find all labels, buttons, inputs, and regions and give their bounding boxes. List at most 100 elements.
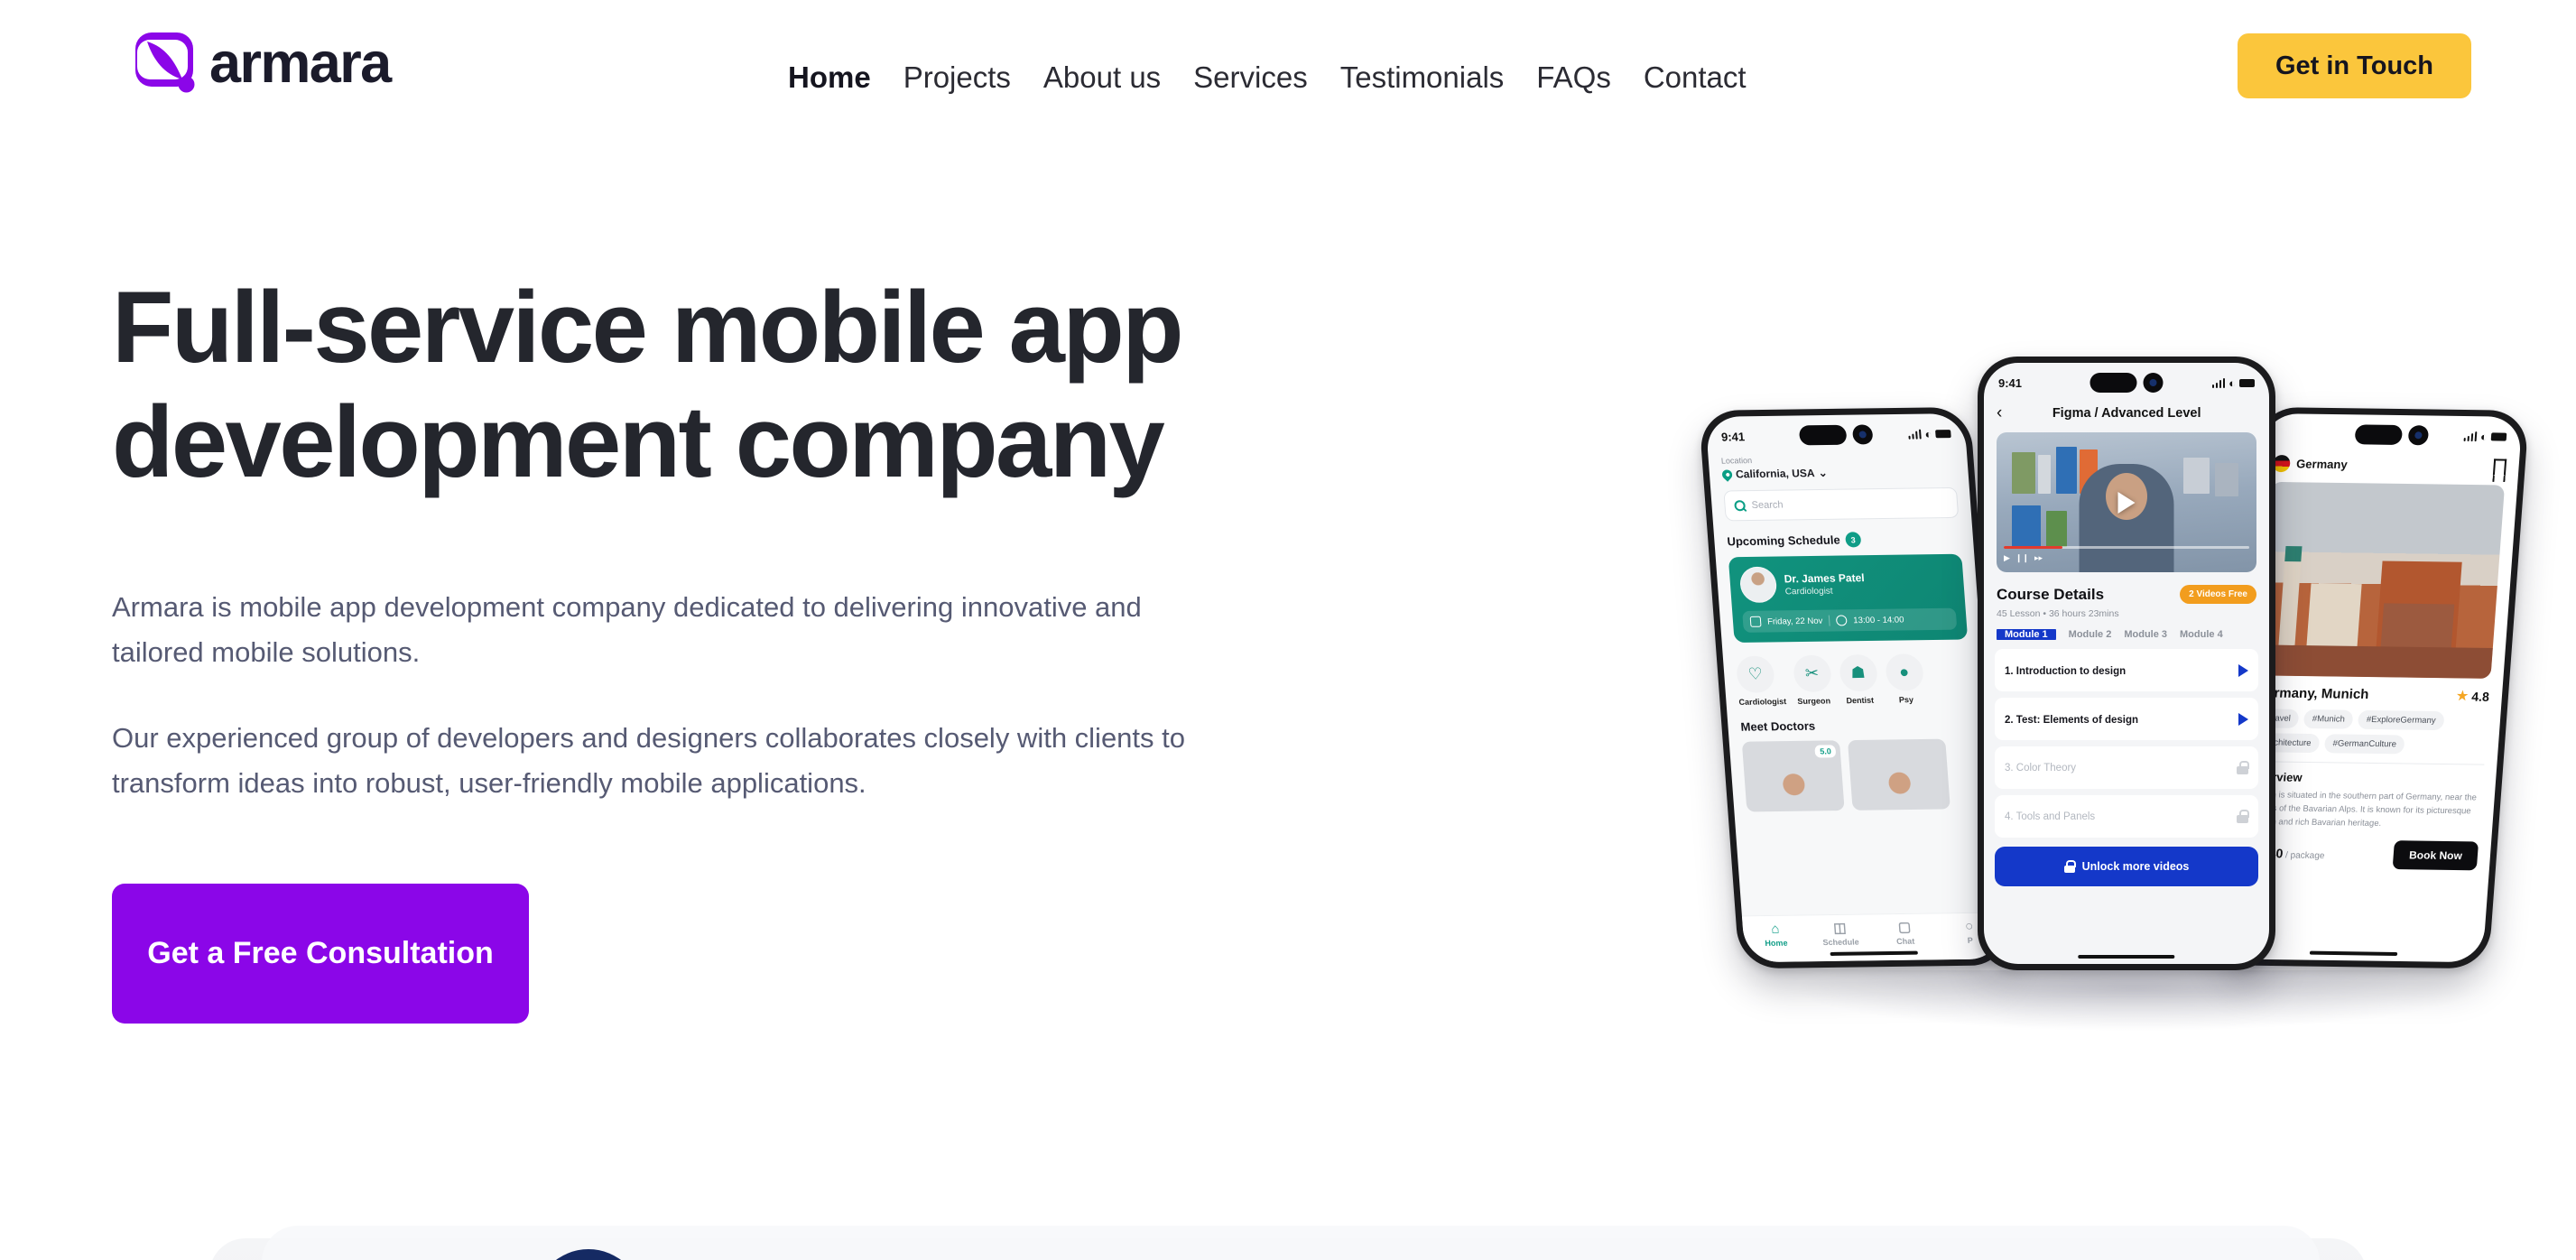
home-icon: ⌂ — [1770, 921, 1781, 937]
doctor-role: Cardiologist — [1784, 586, 1834, 597]
doctor-rating: 5.0 — [1814, 745, 1837, 758]
meet-doctors-heading: Meet Doctors — [1740, 718, 1816, 734]
lock-icon — [2063, 860, 2077, 873]
brand-logo[interactable]: armara — [134, 31, 392, 96]
tab-module-3[interactable]: Module 3 — [2124, 629, 2167, 640]
book-now-button[interactable]: Book Now — [2392, 839, 2479, 870]
lesson-label: 1. Introduction to design — [2005, 665, 2127, 677]
search-input[interactable]: Search — [1723, 486, 1960, 522]
category-cardiologist[interactable]: ♡ Cardiologist — [1735, 655, 1787, 707]
tab-module-1[interactable]: Module 1 — [1997, 629, 2056, 640]
lesson-row[interactable]: 4. Tools and Panels — [1995, 795, 2258, 838]
dynamic-island — [2354, 424, 2430, 446]
signal-icon — [2463, 431, 2478, 441]
location-value: California, USA — [1735, 467, 1816, 481]
search-placeholder: Search — [1751, 499, 1784, 512]
tab-home[interactable]: ⌂ Home — [1742, 922, 1809, 948]
map-pin-icon — [1719, 467, 1735, 482]
video-controls[interactable]: ▶ ❙❙ ▸▸ — [1997, 553, 2256, 563]
course-nav-title: Figma / Advanced Level — [2052, 405, 2201, 421]
appointment-card[interactable]: Dr. James Patel Cardiologist Friday, 22 … — [1728, 553, 1969, 644]
play-control-icon[interactable]: ▶ — [2004, 553, 2010, 563]
chevron-left-icon[interactable]: ‹ — [1997, 404, 2002, 422]
armara-leaf-logo-icon — [134, 31, 199, 96]
lesson-row[interactable]: 3. Color Theory — [1995, 746, 2258, 789]
nav-item-about-us[interactable]: About us — [1027, 62, 1177, 92]
dynamic-island — [2090, 373, 2164, 393]
next-section-peek — [0, 1220, 2576, 1260]
lock-icon — [2237, 810, 2249, 823]
lesson-row[interactable]: 2. Test: Elements of design — [1995, 698, 2258, 740]
nav-item-contact[interactable]: Contact — [1627, 62, 1763, 92]
nav-item-services[interactable]: Services — [1177, 62, 1324, 92]
country-header: Germany — [2272, 454, 2348, 473]
wifi-icon: ◐ — [2479, 429, 2488, 443]
signal-icon — [1908, 429, 1922, 440]
dynamic-island — [1798, 424, 1874, 446]
signal-icon — [2211, 377, 2226, 388]
nav-item-faqs[interactable]: FAQs — [1520, 62, 1627, 92]
pause-control-icon[interactable]: ❙❙ — [2015, 553, 2029, 563]
calendar-icon — [1749, 616, 1762, 627]
free-videos-badge: 2 Videos Free — [2180, 585, 2256, 604]
nav-item-home[interactable]: Home — [772, 62, 887, 92]
tag-chip[interactable]: #GermanCulture — [2323, 734, 2405, 755]
phone-mockup-healthcare: 9:41 ◐ Location California, USA ⌄ Search… — [1698, 406, 2011, 969]
tag-chip[interactable]: #Munich — [2303, 709, 2354, 729]
upcoming-schedule-heading: Upcoming Schedule 3 — [1727, 531, 1961, 550]
course-meta: 45 Lesson • 36 hours 23mins — [1997, 608, 2119, 619]
tab-schedule[interactable]: ◫ Schedule — [1807, 921, 1874, 947]
calendar-icon: ◫ — [1832, 920, 1848, 936]
appointment-time: 13:00 - 14:00 — [1852, 614, 1904, 625]
doctor-card[interactable]: 5.0 — [1741, 740, 1845, 812]
category-psychiatrist[interactable]: ● Psy — [1884, 653, 1925, 704]
lesson-list: 1. Introduction to design 2. Test: Eleme… — [1995, 649, 2258, 838]
play-icon[interactable] — [2117, 491, 2136, 514]
phone-mockup-course: 9:41 ◐ ‹ Figma / Advanced Level ▶ ❙❙ ▸▸ … — [1978, 357, 2275, 970]
landing-page: armara Home Projects About us Services T… — [0, 0, 2576, 1260]
course-nav-bar: ‹ Figma / Advanced Level — [1984, 404, 2269, 422]
video-progress-bar[interactable] — [2004, 546, 2249, 549]
tab-module-4[interactable]: Module 4 — [2180, 629, 2223, 640]
brain-icon: ● — [1884, 653, 1924, 691]
battery-icon — [2239, 378, 2255, 387]
nav-item-testimonials[interactable]: Testimonials — [1324, 62, 1521, 92]
get-in-touch-button[interactable]: Get in Touch — [2237, 33, 2471, 98]
play-icon[interactable] — [2238, 712, 2248, 726]
next-control-icon[interactable]: ▸▸ — [2034, 553, 2043, 563]
doctor-card[interactable] — [1847, 738, 1951, 811]
status-time: 9:41 — [1720, 429, 1746, 444]
phone-mockups-showcase: 9:41 ◐ Location California, USA ⌄ Search… — [1698, 357, 2532, 988]
wifi-icon: ◐ — [2229, 375, 2236, 390]
wifi-icon: ◐ — [1923, 426, 1932, 440]
tooth-icon: ☗ — [1838, 653, 1878, 692]
tab-module-2[interactable]: Module 2 — [2069, 629, 2112, 640]
get-free-consultation-button[interactable]: Get a Free Consultation — [112, 883, 529, 1024]
course-details-heading: Course Details — [1997, 585, 2105, 603]
brand-name: armara — [209, 31, 392, 95]
destination-rating: ★ 4.8 — [2456, 688, 2490, 704]
location-selector[interactable]: California, USA ⌄ — [1719, 465, 1956, 482]
lesson-row[interactable]: 1. Introduction to design — [1995, 649, 2258, 691]
unlock-more-videos-button[interactable]: Unlock more videos — [1995, 847, 2258, 886]
schedule-count-badge: 3 — [1845, 532, 1862, 548]
lock-icon — [2237, 761, 2249, 774]
nav-item-projects[interactable]: Projects — [887, 62, 1027, 92]
category-surgeon[interactable]: ✂ Surgeon — [1792, 654, 1832, 706]
bookmark-icon[interactable] — [2492, 458, 2507, 476]
divider — [2250, 761, 2485, 765]
battery-icon — [1935, 429, 1951, 438]
course-video-player[interactable]: ▶ ❙❙ ▸▸ — [1997, 432, 2256, 572]
category-dentist[interactable]: ☗ Dentist — [1838, 653, 1879, 705]
overview-heading: Overview — [2249, 770, 2303, 784]
tag-chip[interactable]: #ExploreGermany — [2358, 709, 2445, 731]
home-indicator — [2078, 955, 2175, 959]
play-icon[interactable] — [2238, 663, 2248, 677]
status-time: 9:41 — [1998, 375, 2023, 390]
module-tabs: Module 1 Module 2 Module 3 Module 4 — [1984, 629, 2269, 640]
specialty-categories: ♡ Cardiologist ✂ Surgeon ☗ Dentist ● Psy — [1735, 653, 1973, 707]
chat-icon: ▢ — [1897, 919, 1912, 935]
lesson-label: 3. Color Theory — [2005, 762, 2077, 774]
tab-chat[interactable]: ▢ Chat — [1872, 920, 1939, 946]
lesson-label: 4. Tools and Panels — [2005, 811, 2096, 822]
